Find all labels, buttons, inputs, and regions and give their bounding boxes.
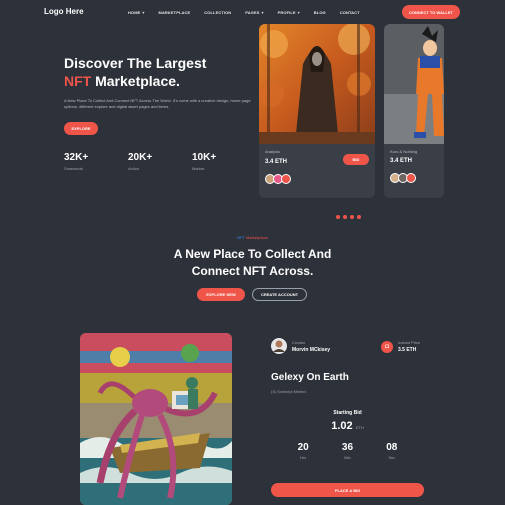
nav-item-profile[interactable]: PROFILE ▾ — [278, 10, 300, 15]
stat-smartwork: 32K+ Smartwork — [64, 152, 88, 171]
nav-label: PROFILE — [277, 10, 296, 15]
nav-item-contact[interactable]: CONTACT — [340, 10, 360, 15]
section-title-line1: A New Place To Collect And — [173, 247, 332, 261]
stat-label: Smartwork — [64, 166, 84, 171]
instant-price-value: 3.5 ETH — [398, 347, 417, 353]
tag-marketplace: Marketplace — [244, 235, 268, 240]
nft-card-analysis[interactable]: Analysis 3.4 ETH BID — [259, 24, 375, 198]
avatar[interactable] — [271, 338, 287, 354]
instant-price-label: Instant Price — [398, 340, 421, 345]
starting-bid-value: 1.02 ETH — [271, 420, 424, 432]
create-account-button[interactable]: CREATE ACCOUNT — [252, 288, 307, 301]
stat-label: Action — [128, 166, 140, 171]
timer-hours: 20 Hrs — [298, 442, 309, 460]
nft-image-goku[interactable] — [384, 24, 444, 144]
minted-count: (3) Schezrpl Minted — [271, 389, 306, 394]
nav-label: PAGES — [245, 10, 260, 15]
logo[interactable]: Logo Here — [44, 7, 84, 16]
nav-label: CONTACT — [339, 10, 360, 15]
nav-label: COLLECTION — [204, 10, 232, 15]
bid-amount: 1.02 — [331, 420, 353, 432]
tag-nft: NFT — [237, 235, 245, 240]
hero-title-rest: Marketplace. — [91, 73, 180, 89]
nav-label: MARKETPLACE — [158, 10, 191, 15]
timer-minutes: 36 Min — [342, 442, 353, 460]
bidder-avatars — [390, 173, 438, 183]
starting-bid-label: Starting Bid — [333, 410, 362, 416]
nav-item-collection[interactable]: COLLECTION — [204, 10, 231, 15]
creator-info: Creator Morvin MCkisey — [271, 338, 330, 354]
timer-label: Hrs — [300, 455, 307, 460]
nft-card-kuro[interactable]: Kuro & Nothing 3.4 ETH — [384, 24, 444, 198]
bidder-avatars — [265, 174, 369, 184]
card-price-row: 3.4 ETH BID — [265, 154, 369, 165]
carousel-dots — [336, 215, 361, 219]
chevron-down-icon: ▾ — [261, 10, 264, 15]
hero-title-accent: NFT — [64, 73, 92, 89]
card-info: Analysis 3.4 ETH BID — [259, 144, 375, 189]
timer-label: Min — [344, 455, 351, 460]
timer-value: 20 — [297, 442, 309, 453]
hero-description: A New Place To Collect And Connect NFT A… — [64, 98, 251, 109]
card-price: 3.4 ETH — [265, 158, 288, 165]
hero-title: Discover The Largest NFT Marketplace. — [64, 54, 264, 90]
artwork-title: Gelexy On Earth — [271, 372, 349, 383]
octopus-boat-artwork — [80, 333, 232, 505]
card-price: 3.4 ETH — [390, 158, 413, 164]
nav-item-blog[interactable]: BLOG — [314, 10, 326, 15]
carousel-dot[interactable] — [350, 215, 354, 219]
carousel-dot[interactable] — [336, 215, 340, 219]
creator-text: Creator Morvin MCkisey — [292, 340, 330, 353]
nav-label: HOME — [128, 10, 141, 15]
section-title-line2: Connect NFT Across. — [191, 264, 314, 278]
stat-action: 20K+ Action — [128, 152, 152, 171]
timer-value: 36 — [341, 442, 354, 453]
carousel-dot[interactable] — [343, 215, 347, 219]
timer-label: Sec — [388, 455, 396, 460]
card-info: Kuro & Nothing 3.4 ETH — [384, 144, 444, 188]
section-title: A New Place To Collect And Connect NFT A… — [0, 246, 505, 280]
stat-value: 20K+ — [128, 152, 153, 163]
price-text: Instant Price 3.5 ETH — [398, 340, 420, 353]
main-nav: HOME ▾ MARKETPLACE COLLECTION PAGES ▾ PROF… — [128, 10, 374, 15]
instant-price-info: ◘ Instant Price 3.5 ETH — [381, 340, 420, 353]
stat-value: 32K+ — [64, 152, 89, 163]
price-tag-icon: ◘ — [381, 340, 393, 353]
place-bid-button[interactable]: PLACE A BID — [271, 483, 424, 497]
featured-artwork[interactable] — [80, 333, 232, 505]
nav-item-marketplace[interactable]: MARKETPLACE — [159, 10, 191, 15]
explore-new-button[interactable]: EXPLORE NEW — [197, 288, 245, 301]
timer-seconds: 08 Sec — [386, 442, 397, 460]
chevron-down-icon: ▾ — [142, 10, 145, 15]
bid-button[interactable]: BID — [343, 154, 369, 165]
bid-unit: ETH — [355, 425, 364, 430]
carousel-dot[interactable] — [357, 215, 361, 219]
goku-figure-artwork — [384, 24, 444, 144]
creator-name[interactable]: Morvin MCkisey — [292, 347, 330, 353]
connect-wallet-button[interactable]: CONNECT TO WALLET — [402, 5, 460, 19]
avatar[interactable] — [281, 174, 291, 184]
auction-box: Starting Bid 1.02 ETH 20 Hrs 36 Min 08 Sec — [271, 400, 424, 460]
nav-item-home[interactable]: HOME ▾ — [128, 10, 145, 15]
stat-label: Market — [192, 166, 205, 171]
card-label: Kuro & Nothing — [390, 149, 418, 154]
explore-button[interactable]: EXPLORE — [64, 122, 98, 135]
chevron-down-icon: ▾ — [297, 10, 300, 15]
section-tag: NFT Marketplace — [0, 235, 505, 240]
nft-image-hooded-figure[interactable] — [259, 24, 375, 144]
hero-title-line1: Discover The Largest — [64, 55, 207, 71]
avatar[interactable] — [406, 173, 416, 183]
timer-value: 08 — [386, 442, 398, 453]
countdown-timer: 20 Hrs 36 Min 08 Sec — [271, 442, 424, 460]
stat-value: 10K+ — [192, 152, 217, 163]
nav-item-pages[interactable]: PAGES ▾ — [245, 10, 263, 15]
hooded-figure-artwork — [259, 24, 375, 144]
stat-market: 10K+ Market — [192, 152, 216, 171]
hero-title-line2: NFT Marketplace. — [64, 72, 264, 90]
creator-label: Creator — [292, 339, 306, 345]
nav-label: BLOG — [313, 10, 326, 15]
